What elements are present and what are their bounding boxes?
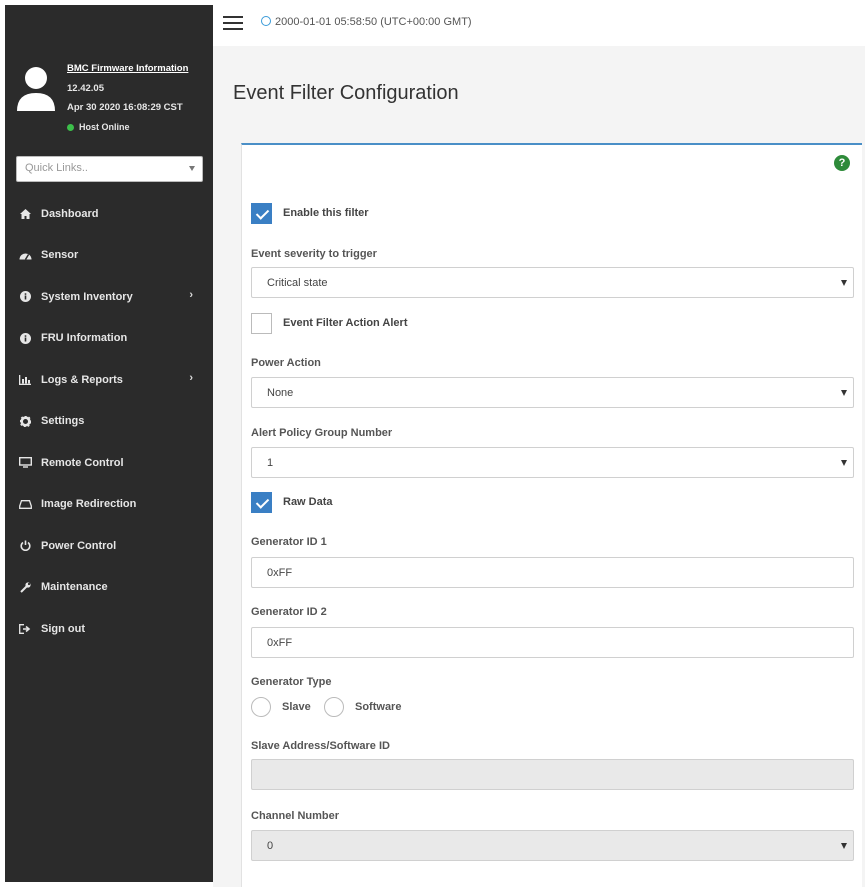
firmware-info-link[interactable]: BMC Firmware Information <box>67 63 188 74</box>
user-avatar-icon <box>17 67 55 111</box>
channel-number-select: 0 <box>251 830 854 861</box>
chevron-down-icon <box>841 280 847 286</box>
help-icon[interactable]: ? <box>834 155 850 171</box>
hamburger-menu-icon[interactable] <box>223 16 243 30</box>
gauge-icon <box>17 251 33 260</box>
sidebar-item-label: Power Control <box>41 539 117 552</box>
channel-number-label: Channel Number <box>251 810 340 822</box>
sidebar-item-power-control[interactable]: Power Control <box>5 525 213 567</box>
action-alert-label: Event Filter Action Alert <box>283 317 408 329</box>
power-action-select[interactable]: None <box>251 377 854 408</box>
sidebar-item-label: Sensor <box>41 249 79 262</box>
power-icon <box>17 540 33 552</box>
sidebar-item-label: Settings <box>41 415 85 428</box>
generator-type-slave-label: Slave <box>282 701 311 713</box>
enable-filter-checkbox[interactable] <box>251 203 272 224</box>
datetime-text: 2000-01-01 05:58:50 (UTC+00:00 GMT) <box>275 16 472 28</box>
sidebar-item-label: Remote Control <box>41 456 124 469</box>
sidebar-item-settings[interactable]: Settings <box>5 401 213 443</box>
firmware-date: Apr 30 2020 16:08:29 CST <box>67 102 183 113</box>
top-bar: 2000-01-01 05:58:50 (UTC+00:00 GMT) <box>213 0 865 46</box>
monitor-icon <box>17 457 33 468</box>
info-icon <box>17 291 33 303</box>
bar-chart-icon <box>17 374 33 385</box>
home-icon <box>17 208 33 219</box>
generator-id2-label: Generator ID 2 <box>251 606 327 618</box>
generator-id1-value: 0xFF <box>267 567 293 579</box>
sign-out-icon <box>17 623 33 634</box>
firmware-info: BMC Firmware Information 12.42.05 Apr 30… <box>5 55 213 145</box>
host-status: Host Online <box>67 122 130 132</box>
sidebar-item-label: Maintenance <box>41 581 108 594</box>
wrench-icon <box>17 582 33 593</box>
sidebar-item-dashboard[interactable]: Dashboard <box>5 193 213 235</box>
generator-type-software-radio[interactable] <box>324 697 344 717</box>
page-title: Event Filter Configuration <box>233 82 459 104</box>
sidebar-item-label: Dashboard <box>41 207 99 220</box>
sidebar-item-fru-information[interactable]: FRU Information <box>5 318 213 360</box>
power-action-value: None <box>267 387 294 399</box>
generator-id1-label: Generator ID 1 <box>251 536 327 548</box>
host-status-text: Host Online <box>79 122 130 132</box>
gear-icon <box>17 415 33 427</box>
generator-id1-input[interactable]: 0xFF <box>251 557 854 588</box>
chevron-down-icon <box>841 843 847 849</box>
raw-data-label: Raw Data <box>283 496 333 508</box>
action-alert-checkbox[interactable] <box>251 313 272 334</box>
sidebar-item-label: Image Redirection <box>41 498 137 511</box>
status-dot-icon <box>67 124 74 132</box>
sidebar-item-system-inventory[interactable]: System Inventory › <box>5 276 213 318</box>
sidebar-item-label: System Inventory <box>41 290 133 303</box>
info-icon <box>17 332 33 344</box>
chevron-down-icon <box>841 390 847 396</box>
generator-id2-value: 0xFF <box>267 637 293 649</box>
sidebar-item-remote-control[interactable]: Remote Control <box>5 442 213 484</box>
sidebar-item-label: Sign out <box>41 622 85 635</box>
firmware-version: 12.42.05 <box>67 83 104 94</box>
generator-type-software-label: Software <box>355 701 402 713</box>
generator-type-slave-radio[interactable] <box>251 697 271 717</box>
chevron-right-icon: › <box>189 289 193 301</box>
sidebar-item-sign-out[interactable]: Sign out <box>5 608 213 650</box>
sidebar-item-logs-reports[interactable]: Logs & Reports › <box>5 359 213 401</box>
chevron-right-icon: › <box>189 372 193 384</box>
sidebar-item-image-redirection[interactable]: Image Redirection <box>5 484 213 526</box>
severity-label: Event severity to trigger <box>251 248 377 260</box>
chevron-down-icon <box>189 166 195 171</box>
sidebar-item-sensor[interactable]: Sensor <box>5 235 213 277</box>
raw-data-checkbox[interactable] <box>251 492 272 513</box>
alert-policy-select[interactable]: 1 <box>251 447 854 478</box>
slave-address-input <box>251 759 854 790</box>
datetime-display: 2000-01-01 05:58:50 (UTC+00:00 GMT) <box>261 16 472 28</box>
severity-value: Critical state <box>267 277 328 289</box>
channel-number-value: 0 <box>267 840 274 852</box>
sidebar-item-label: Logs & Reports <box>41 373 123 386</box>
enable-filter-label: Enable this filter <box>283 207 369 219</box>
generator-type-label: Generator Type <box>251 676 332 688</box>
quick-links-placeholder: Quick Links.. <box>25 162 88 174</box>
sidebar-item-maintenance[interactable]: Maintenance <box>5 567 213 609</box>
quick-links-select[interactable]: Quick Links.. <box>16 156 203 182</box>
generator-id2-input[interactable]: 0xFF <box>251 627 854 658</box>
clock-icon <box>261 16 271 26</box>
alert-policy-value: 1 <box>267 457 274 469</box>
sidebar-item-label: FRU Information <box>41 332 128 345</box>
drive-icon <box>17 499 33 509</box>
alert-policy-label: Alert Policy Group Number <box>251 427 393 439</box>
slave-address-label: Slave Address/Software ID <box>251 740 390 752</box>
chevron-down-icon <box>841 460 847 466</box>
sidebar: BMC Firmware Information 12.42.05 Apr 30… <box>5 5 213 882</box>
severity-select[interactable]: Critical state <box>251 267 854 298</box>
sidebar-nav: Dashboard Sensor System Inventory › FRU … <box>5 193 213 650</box>
power-action-label: Power Action <box>251 357 321 369</box>
